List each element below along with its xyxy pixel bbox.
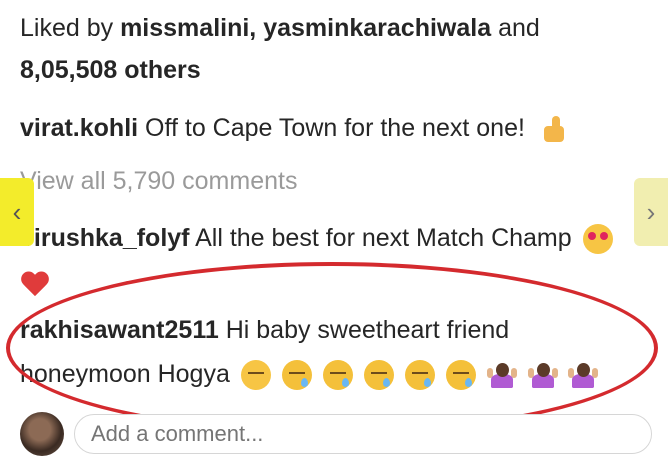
add-comment-input[interactable] xyxy=(74,414,652,454)
caption: virat.kohli Off to Cape Town for the nex… xyxy=(20,114,570,144)
red-heart-icon xyxy=(20,270,50,298)
view-all-comments-link[interactable]: View all 5,790 comments xyxy=(20,167,297,196)
next-button[interactable]: › xyxy=(634,178,668,246)
person-shrugging-icon xyxy=(568,360,599,390)
comment-username[interactable]: virushka_folyf xyxy=(20,224,190,252)
sleepy-face-icon xyxy=(281,360,312,391)
comment-text: All the best for next Match Champ xyxy=(195,224,572,252)
sleepy-face-icon xyxy=(322,360,353,391)
likes-and: and xyxy=(498,14,540,42)
comment-1: virushka_folyf All the best for next Mat… xyxy=(20,224,613,255)
avatar xyxy=(20,412,64,456)
previous-button[interactable]: ‹ xyxy=(0,178,34,246)
person-shrugging-icon xyxy=(527,360,558,390)
likes-count[interactable]: 8,05,508 others xyxy=(20,56,201,85)
chevron-right-icon: › xyxy=(646,196,656,227)
highlight-oval xyxy=(6,262,658,434)
person-shrugging-icon xyxy=(486,360,517,390)
comment-username[interactable]: rakhisawant2511 xyxy=(20,316,219,344)
sleepy-face-icon xyxy=(404,360,435,391)
caption-text: Off to Cape Town for the next one! xyxy=(145,114,525,142)
sleepy-face-icon xyxy=(363,360,394,391)
likes-users[interactable]: missmalini, yasminkarachiwala xyxy=(120,14,491,42)
chevron-left-icon: ‹ xyxy=(12,196,22,227)
comment-2: rakhisawant2511 Hi baby sweetheart frien… xyxy=(20,316,509,345)
thumbs-up-icon xyxy=(540,114,570,144)
likes-line: Liked by missmalini, yasminkarachiwala a… xyxy=(20,14,540,43)
comment-text: Hi baby sweetheart friend xyxy=(225,316,510,344)
sleepy-face-icon xyxy=(445,360,476,391)
caption-username[interactable]: virat.kohli xyxy=(20,114,138,142)
pensive-face-icon xyxy=(240,360,271,391)
comment-2-cont: honeymoon Hogya xyxy=(20,360,599,391)
comment-1-cont xyxy=(20,270,50,305)
likes-prefix: Liked by xyxy=(20,14,114,42)
comment-text-line2: honeymoon Hogya xyxy=(20,360,230,388)
heart-eyes-icon xyxy=(582,224,613,255)
